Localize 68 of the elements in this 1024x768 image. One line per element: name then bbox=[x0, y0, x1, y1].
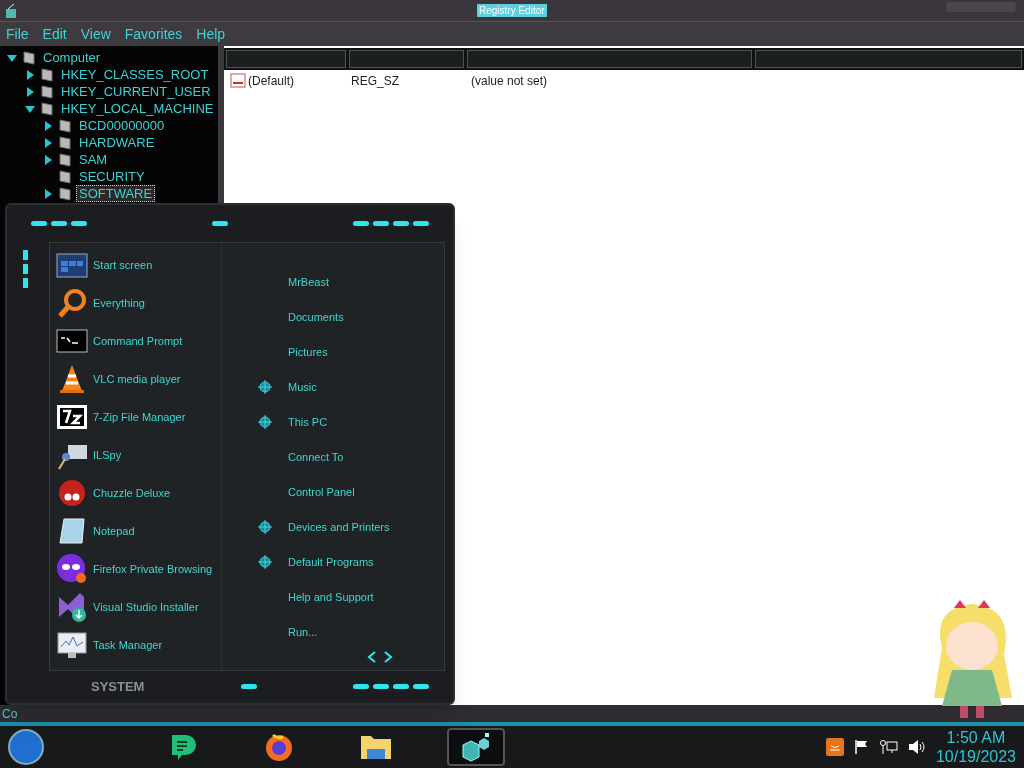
chevron-left-icon[interactable] bbox=[366, 649, 378, 664]
magnifier-icon bbox=[56, 286, 88, 319]
program-item[interactable]: Command Prompt bbox=[56, 324, 221, 357]
mask-icon bbox=[56, 552, 88, 585]
tree-item[interactable]: SOFTWARE bbox=[76, 185, 156, 202]
place-item[interactable]: Music bbox=[288, 379, 317, 396]
volume-icon[interactable] bbox=[907, 739, 926, 755]
network-icon[interactable] bbox=[879, 739, 898, 755]
program-item[interactable]: Task Manager bbox=[56, 628, 221, 661]
program-item[interactable]: Chuzzle Deluxe bbox=[56, 476, 221, 509]
tree-item[interactable]: BCD00000000 bbox=[76, 117, 168, 134]
value-data: (value not set) bbox=[470, 73, 548, 90]
place-item[interactable]: Default Programs bbox=[288, 554, 374, 571]
place-item[interactable]: This PC bbox=[288, 414, 328, 431]
clock[interactable]: 1:50 AM 10/19/2023 bbox=[935, 728, 1016, 766]
program-item[interactable]: Firefox Private Browsing bbox=[56, 552, 221, 585]
program-item[interactable]: Start screen bbox=[56, 248, 221, 281]
browser-icon[interactable] bbox=[263, 731, 295, 763]
collapsed-arrow-icon[interactable] bbox=[42, 187, 54, 200]
menu-item[interactable]: View bbox=[80, 23, 111, 45]
clock-time: 1:50 AM bbox=[946, 728, 1006, 747]
string-value-icon bbox=[230, 73, 246, 89]
collapsed-arrow-icon[interactable] bbox=[42, 119, 54, 132]
place-item[interactable]: Devices and Printers bbox=[288, 519, 390, 536]
place-item[interactable]: Run... bbox=[288, 624, 318, 641]
place-item[interactable]: Connect To bbox=[288, 449, 344, 466]
tree-item[interactable]: HKEY_LOCAL_MACHINE bbox=[58, 100, 217, 117]
tree-item[interactable]: Computer bbox=[40, 49, 104, 66]
taskbar-button[interactable] bbox=[447, 728, 505, 766]
light-strip bbox=[240, 684, 257, 690]
tree-item[interactable]: HARDWARE bbox=[76, 134, 158, 151]
place-item[interactable]: Control Panel bbox=[288, 484, 355, 501]
menu-item[interactable]: File bbox=[6, 23, 29, 45]
collapsed-arrow-icon[interactable] bbox=[42, 136, 54, 149]
window-title: Registry Editor bbox=[477, 4, 547, 17]
collapsed-arrow-icon[interactable] bbox=[24, 85, 36, 98]
program-item[interactable]: VLC media player bbox=[56, 362, 221, 395]
status-text: Co bbox=[2, 705, 18, 723]
tree-item[interactable]: HKEY_CURRENT_USER bbox=[58, 83, 214, 100]
installer-icon bbox=[56, 590, 88, 623]
light-strip bbox=[31, 220, 87, 226]
tree-item[interactable]: SAM bbox=[76, 151, 111, 168]
program-item[interactable]: 7-Zip File Manager bbox=[56, 400, 221, 433]
place-item[interactable]: Help and Support bbox=[288, 589, 374, 606]
frame-label: SYSTEM bbox=[91, 678, 145, 697]
place-item[interactable]: Documents bbox=[288, 309, 344, 326]
tree-item[interactable]: SECURITY bbox=[76, 168, 148, 185]
place-item[interactable]: Pictures bbox=[288, 344, 328, 361]
collapsed-arrow-icon[interactable] bbox=[24, 68, 36, 81]
menu-item[interactable]: Edit bbox=[42, 23, 67, 45]
program-item[interactable]: Notepad bbox=[56, 514, 221, 547]
chevron-right-icon[interactable] bbox=[382, 649, 394, 664]
menu-item[interactable]: Help bbox=[196, 23, 226, 45]
value-name[interactable]: (Default) bbox=[248, 72, 294, 90]
place-item[interactable]: MrBeast bbox=[288, 274, 329, 291]
menu-item[interactable]: Favorites bbox=[124, 23, 183, 45]
clock-date: 10/19/2023 bbox=[935, 747, 1016, 766]
program-item[interactable]: ILSpy bbox=[56, 438, 221, 471]
collapsed-arrow-icon[interactable] bbox=[42, 153, 54, 166]
light-strip bbox=[22, 249, 28, 288]
program-item[interactable]: Visual Studio Installer bbox=[56, 590, 221, 623]
program-item[interactable]: Everything bbox=[56, 286, 221, 319]
chat-app-icon[interactable] bbox=[169, 732, 199, 762]
start-button[interactable] bbox=[8, 729, 44, 765]
flag-icon[interactable] bbox=[853, 739, 870, 755]
tree-item[interactable]: HKEY_CLASSES_ROOT bbox=[58, 66, 212, 83]
light-strip bbox=[212, 220, 228, 226]
value-type: REG_SZ bbox=[350, 73, 400, 90]
